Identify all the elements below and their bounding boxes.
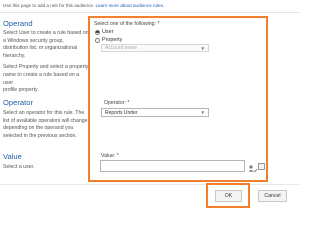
desc-line: Select a user. bbox=[3, 164, 35, 170]
browse-icon[interactable] bbox=[258, 163, 265, 170]
desc-line: Select User to create a rule based on bbox=[3, 30, 89, 36]
value-description: Select a user. bbox=[3, 164, 89, 172]
operator-title: Operator bbox=[3, 98, 33, 107]
ok-button[interactable]: OK bbox=[215, 190, 242, 202]
chevron-down-icon: ▼ bbox=[200, 45, 205, 51]
property-select[interactable]: Account name ▼ bbox=[101, 44, 209, 52]
desc-line: profile property. bbox=[3, 87, 39, 94]
operand-title: Operand bbox=[3, 19, 33, 28]
cancel-button[interactable]: Cancel bbox=[258, 190, 287, 202]
desc-line: name to create a rule based on a user bbox=[3, 71, 80, 86]
value-input[interactable] bbox=[100, 160, 245, 172]
property-select-value: Account name bbox=[105, 45, 137, 51]
operator-label: Operator: * bbox=[104, 100, 130, 106]
property-radio-option[interactable]: Property bbox=[95, 37, 122, 43]
operand-description: Select User to create a rule based on a … bbox=[3, 30, 89, 95]
intro-description: Use this page to add a rule for this aud… bbox=[3, 3, 95, 8]
operator-description: Select an operator for this rule. The li… bbox=[3, 110, 89, 140]
chevron-down-icon: ▼ bbox=[200, 110, 205, 115]
desc-line: list of available operators will change bbox=[3, 117, 88, 124]
desc-line: depending on the operand you bbox=[3, 125, 74, 132]
operator-select-value: Reports Under bbox=[105, 109, 138, 116]
desc-line: Select an operator for this rule. The bbox=[3, 110, 85, 116]
desc-line: Select Property and select a property bbox=[3, 64, 89, 71]
property-radio-label: Property bbox=[102, 37, 123, 43]
value-title: Value bbox=[3, 152, 22, 161]
footer-divider bbox=[0, 184, 300, 185]
desc-line: distribution list, or organizational bbox=[3, 45, 78, 52]
operator-select[interactable]: Reports Under ▼ bbox=[101, 108, 209, 117]
user-radio-label: User bbox=[102, 29, 114, 35]
desc-line: hierarchy. bbox=[3, 52, 26, 59]
check-names-icon[interactable] bbox=[248, 161, 258, 173]
intro-text: Use this page to add a rule for this aud… bbox=[3, 3, 164, 8]
operand-label: Select one of the following: * bbox=[94, 21, 160, 27]
learn-more-link[interactable]: Learn more about audience rules. bbox=[95, 3, 164, 8]
value-label: Value: * bbox=[101, 153, 119, 159]
desc-line: selected in the previous section. bbox=[3, 132, 77, 139]
desc-line: a Windows security group, bbox=[3, 37, 64, 44]
property-radio-button[interactable] bbox=[95, 37, 100, 43]
user-radio-option[interactable]: User bbox=[95, 29, 113, 35]
user-radio-button[interactable] bbox=[95, 29, 100, 35]
header-divider bbox=[0, 12, 300, 13]
rule-form-panel: Select one of the following: * User Prop… bbox=[88, 16, 268, 182]
